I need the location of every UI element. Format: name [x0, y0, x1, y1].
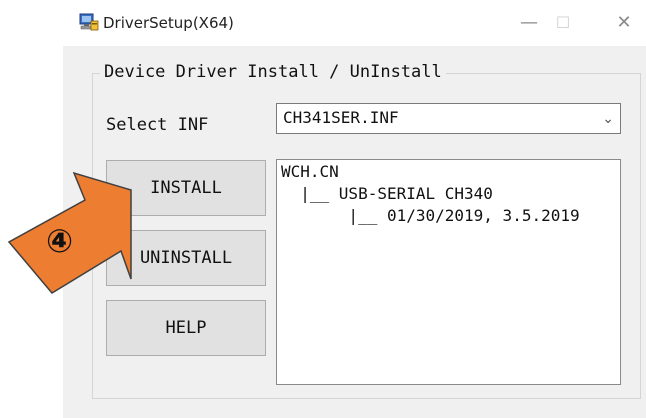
computer-app-icon — [79, 12, 99, 32]
window-title: DriverSetup(X64) — [103, 14, 234, 32]
step-number-badge: ④ — [46, 222, 74, 260]
info-line-vendor: WCH.CN — [281, 162, 339, 181]
select-inf-label: Select INF — [106, 115, 209, 135]
help-button[interactable]: HELP — [106, 300, 266, 356]
inf-selected-value: CH341SER.INF — [283, 108, 399, 127]
driver-info-box[interactable]: WCH.CN |__ USB-SERIAL CH340 |__ 01/30/20… — [276, 159, 621, 385]
info-line-version: |__ 01/30/2019, 3.5.2019 — [281, 206, 580, 225]
minimize-button[interactable]: — — [516, 10, 542, 36]
chevron-down-icon[interactable]: ⌄ — [602, 108, 614, 130]
close-button[interactable]: ✕ — [611, 10, 637, 36]
maximize-button[interactable]: ☐ — [550, 10, 576, 36]
install-button[interactable]: INSTALL — [106, 160, 266, 216]
info-line-device: |__ USB-SERIAL CH340 — [281, 184, 493, 203]
group-label: Device Driver Install / UnInstall — [100, 60, 446, 84]
inf-select-dropdown[interactable]: CH341SER.INF ⌄ — [276, 103, 621, 134]
title-bar: DriverSetup(X64) — ☐ ✕ — [63, 0, 646, 46]
uninstall-button[interactable]: UNINSTALL — [106, 230, 266, 286]
